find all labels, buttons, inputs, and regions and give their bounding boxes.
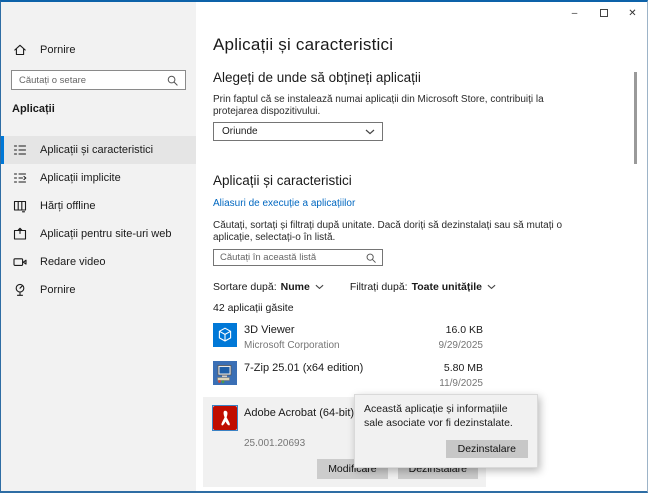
default-apps-icon — [13, 171, 27, 185]
sidebar-section-heading: Aplicații — [12, 103, 55, 115]
sidebar: Pornire Aplicații Aplicații și caracteri… — [1, 2, 196, 491]
settings-search-input[interactable] — [12, 74, 166, 86]
app-size: 5.80 MB — [443, 362, 483, 374]
app-date: 11/9/2025 — [439, 378, 483, 389]
home-icon — [13, 43, 27, 57]
app-name: 7-Zip 25.01 (x64 edition) — [244, 362, 364, 374]
minimize-button[interactable]: – — [560, 2, 589, 24]
app-publisher: Microsoft Corporation — [244, 340, 340, 351]
7zip-app-icon — [213, 361, 237, 385]
sidebar-item-label: Redare video — [40, 256, 106, 268]
apps-section-heading: Aplicații și caracteristici — [213, 173, 352, 188]
search-icon — [366, 253, 376, 263]
sidebar-item-video-playback[interactable]: Redare video — [1, 248, 196, 276]
sidebar-item-home[interactable]: Pornire — [1, 38, 196, 62]
chevron-down-icon — [365, 129, 375, 134]
app-execution-aliases-link[interactable]: Aliasuri de execuție a aplicațiilor — [213, 198, 355, 209]
results-count: 42 aplicații găsite — [213, 302, 294, 314]
apps-features-icon — [13, 143, 27, 157]
sidebar-item-label: Hărți offline — [40, 200, 96, 212]
adobe-acrobat-app-icon — [212, 405, 238, 431]
search-icon — [167, 75, 178, 86]
app-row-3d-viewer[interactable]: 3D Viewer Microsoft Corporation 16.0 KB … — [213, 318, 483, 356]
apps-section-description: Căutați, sortați și filtrați după unitat… — [213, 220, 563, 243]
settings-window: ← Setări – ✕ Pornire Aplicații — [0, 0, 648, 493]
app-list-search-input[interactable] — [214, 252, 365, 263]
close-icon: ✕ — [628, 7, 637, 19]
uninstall-confirm-popup: Această aplicație și informațiile sale a… — [354, 394, 538, 468]
app-date: 9/29/2025 — [438, 340, 484, 351]
app-row-7zip[interactable]: 7-Zip 25.01 (x64 edition) 5.80 MB 11/9/2… — [213, 356, 483, 394]
sidebar-item-label: Aplicații pentru site-uri web — [40, 228, 172, 240]
sidebar-item-label: Pornire — [40, 284, 76, 296]
app-row-calculator[interactable]: Calculator 16.0 KB — [213, 489, 483, 491]
sidebar-item-label: Aplicații și caracteristici — [40, 144, 154, 156]
sidebar-item-offline-maps[interactable]: Hărți offline — [1, 192, 196, 220]
source-section-description: Prin faptul că se instalează numai aplic… — [213, 94, 544, 117]
sidebar-item-apps-for-websites[interactable]: Aplicații pentru site-uri web — [1, 220, 196, 248]
sort-label: Sortare după: — [213, 281, 277, 293]
offline-maps-icon — [13, 199, 27, 213]
maximize-button[interactable] — [589, 2, 618, 24]
filter-value[interactable]: Toate unitățile — [412, 281, 482, 293]
filter-label: Filtrați după: — [349, 281, 408, 293]
page-title: Aplicații și caracteristici — [213, 35, 394, 54]
minimize-icon: – — [571, 7, 578, 19]
video-playback-icon — [13, 255, 27, 269]
sidebar-item-default-apps[interactable]: Aplicații implicite — [1, 164, 196, 192]
apps-for-websites-icon — [13, 227, 27, 241]
sidebar-item-startup[interactable]: Pornire — [1, 276, 196, 304]
chevron-down-icon[interactable] — [315, 284, 324, 290]
close-button[interactable]: ✕ — [618, 2, 647, 24]
3d-viewer-app-icon — [213, 323, 237, 347]
app-source-dropdown-value: Oriunde — [222, 126, 258, 137]
window-controls: – ✕ — [560, 2, 647, 24]
uninstall-confirm-message: Această aplicație și informațiile sale a… — [364, 403, 513, 429]
app-name: 3D Viewer — [244, 324, 295, 336]
selected-accent-bar — [1, 136, 4, 164]
maximize-icon — [599, 9, 608, 17]
startup-icon — [13, 283, 27, 297]
sidebar-item-label: Aplicații implicite — [40, 172, 121, 184]
sort-value[interactable]: Nume — [281, 281, 310, 293]
vertical-scrollbar-thumb[interactable] — [634, 72, 637, 164]
settings-search-box — [11, 70, 186, 90]
sort-filter-bar: Sortare după: Nume Filtrați după: Toate … — [213, 281, 647, 293]
sidebar-nav: Aplicații și caracteristici Aplicații im… — [1, 136, 196, 304]
uninstall-confirm-button[interactable]: Dezinstalare — [445, 440, 528, 458]
app-source-dropdown[interactable]: Oriunde — [213, 122, 383, 141]
sidebar-item-apps-features[interactable]: Aplicații și caracteristici — [1, 136, 196, 164]
app-size: 16.0 KB — [445, 324, 483, 336]
app-list-search-box — [213, 249, 383, 266]
chevron-down-icon[interactable] — [487, 284, 496, 290]
source-section-heading: Alegeți de unde să obțineți aplicații — [213, 70, 421, 85]
sidebar-home-label: Pornire — [40, 44, 76, 56]
